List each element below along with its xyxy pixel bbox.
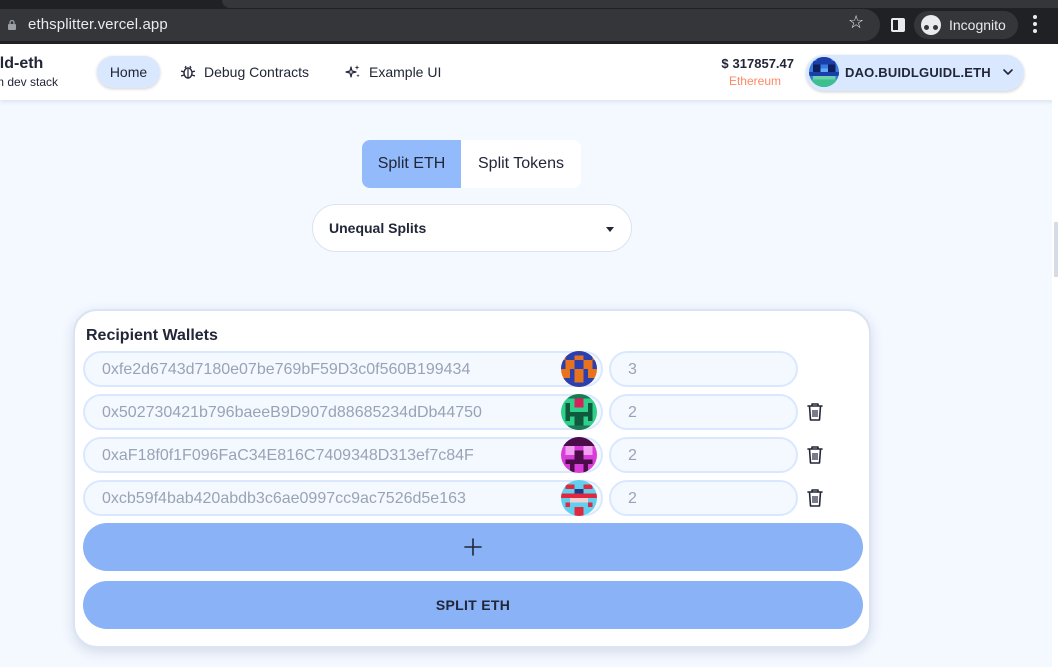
bug-icon xyxy=(180,65,196,79)
incognito-label: Incognito xyxy=(949,17,1006,33)
tab-strip xyxy=(222,0,1058,8)
split-amount-input[interactable]: 2 xyxy=(609,480,798,516)
side-panel-icon[interactable] xyxy=(891,18,905,32)
nav-debug-contracts-link[interactable]: Debug Contracts xyxy=(180,56,309,88)
lock-icon[interactable] xyxy=(8,20,16,30)
account-avatar xyxy=(809,57,839,87)
split-amount-input[interactable]: 2 xyxy=(609,437,798,473)
trash-icon[interactable] xyxy=(806,488,824,508)
balance-currency: $ xyxy=(721,56,729,71)
wallet-address-input[interactable]: 0x502730421b796baeeB9D907d88685234dDb447… xyxy=(83,394,603,430)
split-mode-select[interactable]: Unequal Splits xyxy=(312,204,632,252)
account-name: DAO.BUIDLGUIDL.ETH xyxy=(845,65,991,80)
wallet-address-input[interactable]: 0xfe2d6743d7180e07be769bF59D3c0f560B1994… xyxy=(83,351,603,387)
window-edge xyxy=(1052,100,1058,667)
balance-amount-line: $317857.47 xyxy=(700,56,794,71)
balance-display: $317857.47 Ethereum xyxy=(700,56,794,88)
recipient-row: 0x502730421b796baeeB9D907d88685234dDb447… xyxy=(83,394,863,430)
star-icon[interactable]: ☆ xyxy=(848,13,864,31)
nav-example-ui-link[interactable]: Example UI xyxy=(345,56,441,88)
split-eth-button[interactable]: SPLIT ETH xyxy=(83,581,863,629)
sparkles-icon xyxy=(345,65,360,78)
scrollbar-thumb[interactable] xyxy=(1054,222,1058,277)
account-dropdown-button[interactable]: DAO.BUIDLGUIDL.ETH xyxy=(806,55,1024,91)
wallet-address-value: 0xfe2d6743d7180e07be769bF59D3c0f560B1994… xyxy=(102,361,471,378)
incognito-badge[interactable]: Incognito xyxy=(914,11,1018,39)
wallet-address-value: 0x502730421b796baeeB9D907d88685234dDb447… xyxy=(102,404,482,421)
tab-split-eth[interactable]: Split ETH xyxy=(362,140,461,188)
trash-icon[interactable] xyxy=(806,445,824,465)
balance-amount: 317857.47 xyxy=(732,56,794,71)
split-amount-input[interactable]: 2 xyxy=(609,394,798,430)
split-amount-value: 2 xyxy=(628,490,637,507)
split-amount-value: 3 xyxy=(628,361,637,378)
split-amount-value: 2 xyxy=(628,447,637,464)
brand-title[interactable]: old-eth xyxy=(0,55,43,73)
add-recipient-button[interactable] xyxy=(83,523,863,571)
wallet-blockie-avatar xyxy=(561,437,597,473)
brand-subtitle: m dev stack xyxy=(0,75,59,89)
recipient-wallets-card: Recipient Wallets 0xfe2d6743d7180e07be76… xyxy=(73,309,871,648)
trash-icon[interactable] xyxy=(806,402,824,422)
menu-kebab-icon[interactable] xyxy=(1033,15,1037,33)
wallet-blockie-avatar xyxy=(561,394,597,430)
split-type-toggle: Split ETH Split Tokens xyxy=(362,140,581,188)
wallet-blockie-avatar xyxy=(561,351,597,387)
incognito-icon xyxy=(921,15,941,35)
wallet-blockie-avatar xyxy=(561,480,597,516)
split-amount-input[interactable]: 3 xyxy=(609,351,798,387)
split-mode-value: Unequal Splits xyxy=(329,220,427,236)
app-header: old-eth m dev stack Home Debug Contracts… xyxy=(0,44,1058,100)
network-label: Ethereum xyxy=(728,74,781,88)
split-amount-value: 2 xyxy=(628,404,637,421)
recipient-row: 0xaF18f0f1F096FaC34E816C7409348D313ef7c8… xyxy=(83,437,863,473)
chevron-down-icon xyxy=(1003,69,1013,75)
wallet-address-input[interactable]: 0xcb59f4bab420abdb3c6ae0997cc9ac7526d5e1… xyxy=(83,480,603,516)
recipient-row: 0xfe2d6743d7180e07be769bF59D3c0f560B1994… xyxy=(83,351,863,387)
browser-chrome: ethsplitter.vercel.app ☆ Incognito xyxy=(0,0,1058,44)
wallet-address-value: 0xcb59f4bab420abdb3c6ae0997cc9ac7526d5e1… xyxy=(102,490,466,507)
wallet-address-value: 0xaF18f0f1F096FaC34E816C7409348D313ef7c8… xyxy=(102,447,474,464)
caret-down-icon xyxy=(606,227,614,232)
url-text[interactable]: ethsplitter.vercel.app xyxy=(28,16,168,33)
tab-split-tokens[interactable]: Split Tokens xyxy=(461,140,581,188)
nav-debug-label: Debug Contracts xyxy=(204,64,310,80)
card-title: Recipient Wallets xyxy=(86,327,218,344)
nav-example-label: Example UI xyxy=(369,64,442,80)
plus-icon xyxy=(464,538,482,556)
nav-home-link[interactable]: Home xyxy=(97,56,160,88)
recipient-row: 0xcb59f4bab420abdb3c6ae0997cc9ac7526d5e1… xyxy=(83,480,863,516)
wallet-address-input[interactable]: 0xaF18f0f1F096FaC34E816C7409348D313ef7c8… xyxy=(83,437,603,473)
